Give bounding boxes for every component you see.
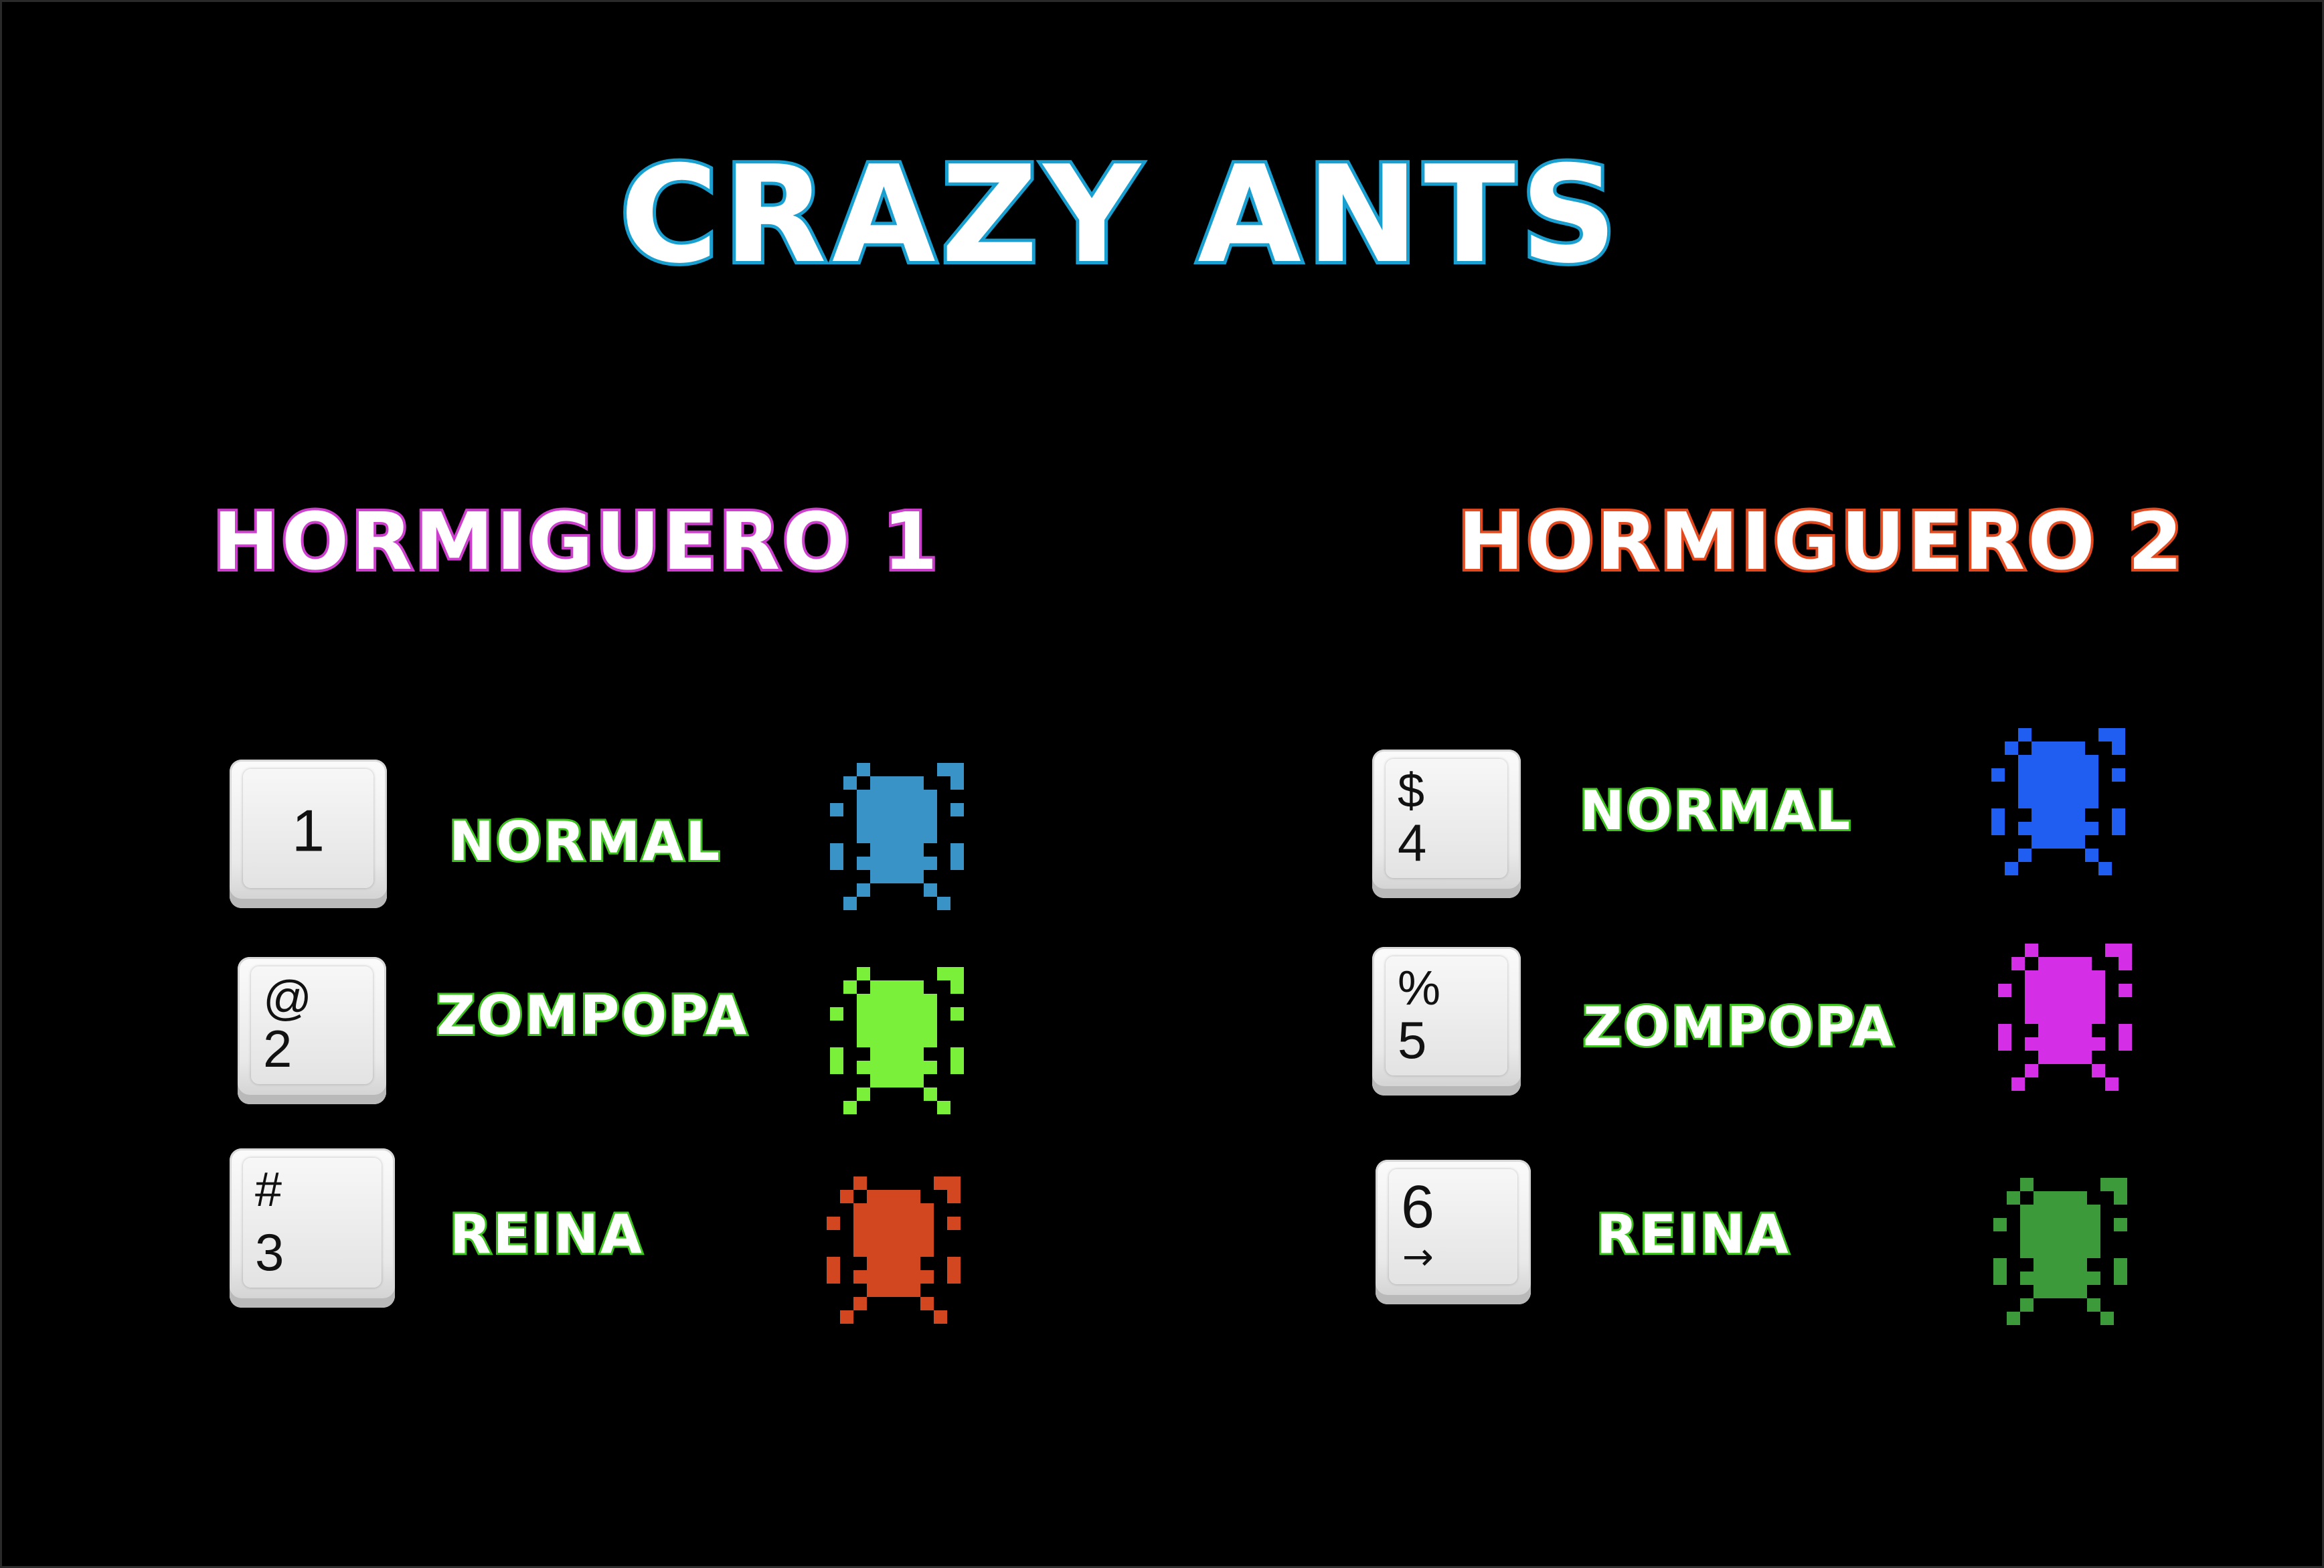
key-number: 6 <box>1401 1174 1435 1241</box>
label-reina-1: REINA <box>448 1203 644 1266</box>
label-reina-2: REINA <box>1594 1203 1791 1266</box>
key-number: 4 <box>1398 813 1427 872</box>
ant-zompopa-icon-2 <box>1998 944 2132 1091</box>
key-symbol: @ <box>263 972 313 1025</box>
key-number: 2 <box>263 1019 293 1078</box>
key-symbol: # <box>255 1163 282 1217</box>
label-zompopa-1: ZOMPOPA <box>434 984 749 1047</box>
label-zompopa-2: ZOMPOPA <box>1581 996 1896 1058</box>
label-normal-2: NORMAL <box>1578 780 1853 842</box>
game-title: CRAZY ANTS <box>616 137 1623 293</box>
ant-reina-icon-1 <box>827 1177 961 1324</box>
group-title-hormiguero-1: HORMIGUERO 1 <box>210 495 940 588</box>
key-3: # 3 <box>230 1148 395 1308</box>
key-symbol: % <box>1398 962 1441 1015</box>
key-4: $ 4 <box>1372 750 1521 898</box>
group-title-hormiguero-2: HORMIGUERO 2 <box>1455 495 2185 588</box>
arrow-right-icon: → <box>1402 1235 1434 1279</box>
key-5: % 5 <box>1372 947 1521 1096</box>
key-symbol: $ <box>1398 764 1425 818</box>
ant-normal-icon-2 <box>1991 728 2125 875</box>
key-6: 6 → <box>1376 1160 1531 1304</box>
key-1: 1 <box>230 760 387 908</box>
ant-reina-icon-2 <box>1993 1178 2127 1325</box>
key-number: 3 <box>255 1223 284 1282</box>
label-normal-1: NORMAL <box>447 810 722 873</box>
ant-normal-icon-1 <box>830 763 964 910</box>
key-label: 1 <box>292 797 325 864</box>
key-2: @ 2 <box>238 957 386 1104</box>
key-number: 5 <box>1398 1011 1427 1069</box>
ant-zompopa-icon-1 <box>830 967 964 1114</box>
